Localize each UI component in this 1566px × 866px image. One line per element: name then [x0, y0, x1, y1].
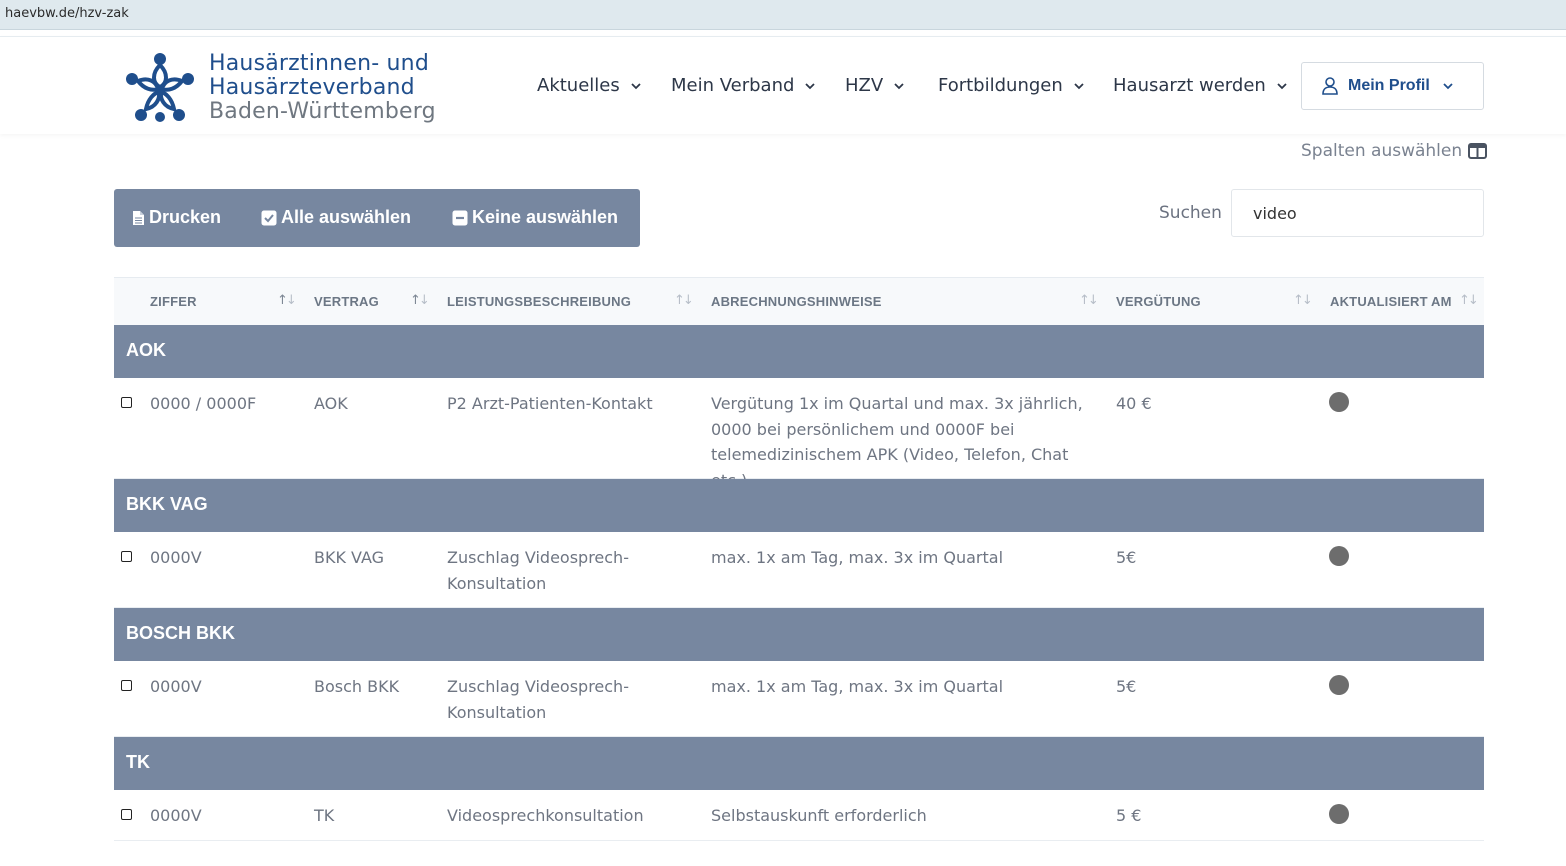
row-checkbox[interactable] [121, 809, 132, 820]
nav-item-label: Hausarzt werden [1113, 75, 1266, 96]
url-text[interactable]: haevbw.de/hzv-zak [5, 6, 129, 21]
group-label: BOSCH BKK [126, 623, 236, 643]
logo-title-line2: Hausärzteverband [209, 75, 415, 100]
table-header: ZIFFER ↑↓ VERTRAG ↑↓ LEISTUNGSBESCHREIBU… [114, 277, 1484, 325]
cell-leistung: Zuschlag Videosprech-Konsultation [447, 677, 629, 722]
cell-vertrag: Bosch BKK [314, 677, 400, 696]
logo-icon [126, 53, 194, 122]
checkbox-minus-icon [452, 210, 468, 225]
columns-icon [1468, 143, 1488, 159]
nav-item-label: Fortbildungen [938, 75, 1063, 96]
cell-hinweis: max. 1x am Tag, max. 3x im Quartal [711, 548, 1004, 567]
print-label: Drucken [149, 207, 222, 227]
document-icon [133, 210, 144, 225]
site-header: Hausärztinnen- und Hausärzteverband Bade… [0, 36, 1566, 134]
status-dot [1329, 546, 1349, 566]
cell-leistung: P2 Arzt-Patienten-Kontakt [447, 394, 653, 413]
nav-item-aktuelles[interactable]: Aktuelles [537, 75, 642, 96]
column-chooser[interactable]: Spalten auswählen [1301, 141, 1488, 161]
cell-ziffer: 0000V [150, 806, 202, 825]
checkbox-checked-icon [261, 210, 277, 225]
nav-item-fortbildungen[interactable]: Fortbildungen [938, 75, 1085, 96]
chevron-down-icon [1277, 82, 1287, 89]
cell-hinweis: Selbstauskunft erforderlich [711, 806, 927, 825]
cell-vertrag: AOK [314, 394, 348, 413]
nav-item-label: HZV [845, 75, 884, 96]
chevron-down-icon [894, 82, 904, 89]
cell-ziffer: 0000V [150, 548, 202, 567]
chevron-down-icon [805, 82, 816, 89]
profile-button[interactable]: Mein Profil [1301, 62, 1484, 110]
logo-subtitle: Baden-Württemberg [209, 99, 436, 124]
cell-verguetung: 5 € [1116, 806, 1142, 825]
column-header-abrechnungshinweise[interactable]: ABRECHNUNGSHINWEISE [711, 294, 882, 309]
cell-hinweis: Vergütung 1x im Quartal und max. 3x jähr… [711, 394, 1083, 490]
group-header-bosch-bkk: BOSCH BKK [114, 608, 1484, 661]
profile-label: Mein Profil [1348, 77, 1430, 94]
column-header-vertrag[interactable]: VERTRAG [314, 294, 379, 309]
group-label: TK [126, 752, 150, 772]
select-none-button[interactable]: Keine auswählen [452, 207, 618, 228]
cell-verguetung: 5€ [1116, 548, 1137, 567]
column-header-verguetung[interactable]: VERGÜTUNG [1116, 294, 1201, 309]
select-all-button[interactable]: Alle auswählen [261, 207, 411, 228]
column-header-leistungsbeschreibung[interactable]: LEISTUNGSBESCHREIBUNG [447, 294, 631, 309]
table-row: 0000V TK Videosprechkonsultation Selbsta… [114, 790, 1484, 841]
table-row: 0000V BKK VAG Zuschlag Videosprech-Konsu… [114, 532, 1484, 608]
status-dot [1329, 675, 1349, 695]
cell-leistung: Zuschlag Videosprech-Konsultation [447, 548, 629, 593]
cell-ziffer: 0000V [150, 677, 202, 696]
sort-icon[interactable]: ↑↓ [1459, 293, 1479, 308]
nav-item-mein-verband[interactable]: Mein Verband [671, 75, 816, 96]
group-label: BKK VAG [126, 494, 208, 514]
nav-item-hausarzt-werden[interactable]: Hausarzt werden [1113, 75, 1288, 96]
chevron-down-icon [1074, 82, 1084, 89]
status-dot [1329, 392, 1349, 412]
column-header-ziffer[interactable]: ZIFFER [150, 294, 197, 309]
sort-icon[interactable]: ↑↓ [1079, 293, 1099, 308]
nav-item-label: Aktuelles [537, 75, 620, 96]
browser-url-bar[interactable]: haevbw.de/hzv-zak [0, 0, 1566, 30]
column-header-aktualisiert-am[interactable]: AKTUALISIERT AM [1330, 294, 1452, 309]
status-dot [1329, 804, 1349, 824]
group-header-aok: AOK [114, 325, 1484, 378]
sort-icon[interactable]: ↑↓ [1293, 293, 1313, 308]
logo-title-line1: Hausärztinnen- und [209, 51, 429, 76]
search-input[interactable] [1231, 189, 1484, 237]
nav-item-hzv[interactable]: HZV [845, 75, 905, 96]
nav-item-label: Mein Verband [671, 75, 795, 96]
group-header-tk: TK [114, 737, 1484, 790]
chevron-down-icon [631, 82, 641, 89]
cell-verguetung: 5€ [1116, 677, 1137, 696]
cell-vertrag: TK [314, 806, 335, 825]
cell-vertrag: BKK VAG [314, 548, 385, 567]
sort-icon[interactable]: ↑↓ [410, 293, 430, 308]
table-row: 0000V Bosch BKK Zuschlag Videosprech-Kon… [114, 661, 1484, 737]
column-chooser-label: Spalten auswählen [1301, 141, 1463, 161]
sort-icon[interactable]: ↑↓ [674, 293, 694, 308]
table-action-buttons: Drucken Alle auswählen Keine auswählen [114, 189, 640, 247]
cell-leistung: Videosprechkonsultation [447, 806, 644, 825]
cell-ziffer: 0000 / 0000F [150, 394, 257, 413]
cell-hinweis: max. 1x am Tag, max. 3x im Quartal [711, 677, 1004, 696]
cell-verguetung: 40 € [1116, 394, 1152, 413]
group-header-bkk-vag: BKK VAG [114, 479, 1484, 532]
site-logo[interactable]: Hausärztinnen- und Hausärzteverband Bade… [122, 51, 436, 127]
sort-icon[interactable]: ↑↓ [277, 293, 297, 308]
print-button[interactable]: Drucken [132, 207, 221, 228]
chevron-down-icon [1443, 83, 1453, 90]
user-icon [1322, 77, 1338, 95]
select-all-label: Alle auswählen [281, 207, 412, 227]
search-label: Suchen [1159, 203, 1222, 223]
row-checkbox[interactable] [121, 397, 132, 408]
select-none-label: Keine auswählen [472, 207, 619, 227]
group-label: AOK [126, 340, 166, 360]
table-row: 0000 / 0000F AOK P2 Arzt-Patienten-Konta… [114, 378, 1484, 490]
row-checkbox[interactable] [121, 551, 132, 562]
row-checkbox[interactable] [121, 680, 132, 691]
